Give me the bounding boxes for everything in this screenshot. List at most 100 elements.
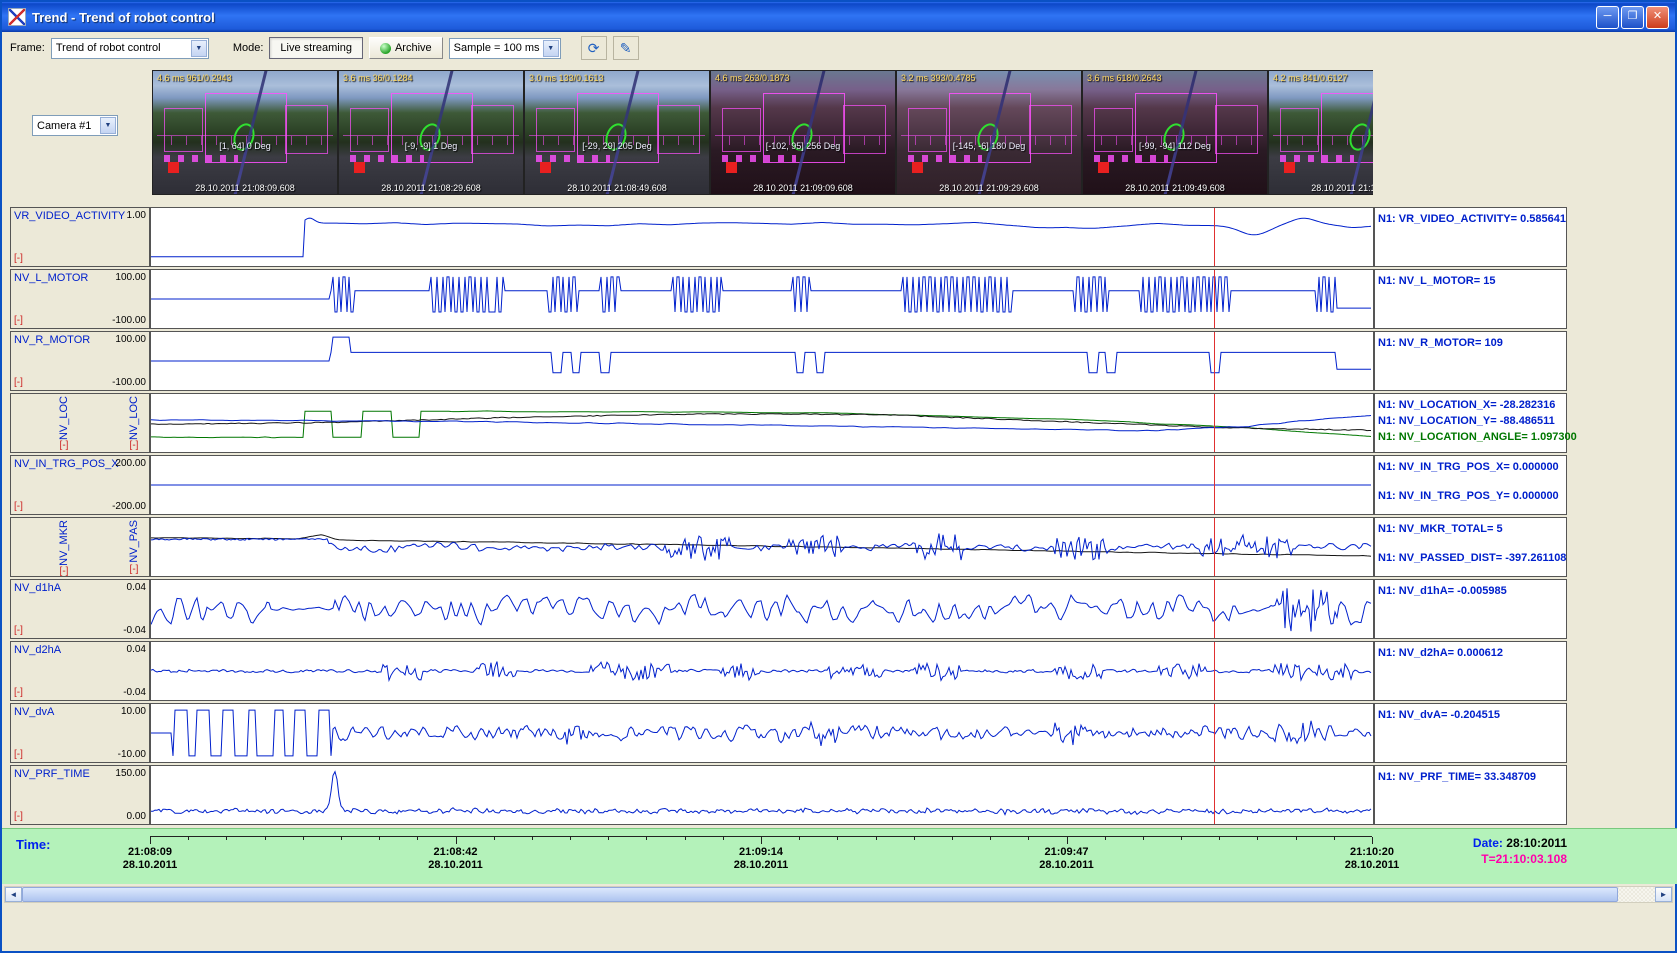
chevron-down-icon[interactable]: ▼ xyxy=(191,40,207,57)
collapse-toggle[interactable]: [-] xyxy=(14,811,23,822)
collapse-toggle[interactable]: [-] xyxy=(130,564,139,575)
channel-min: -200.00 xyxy=(112,501,146,512)
channel-label-box: NV_IN_TRG_POS_X 200.00 -200.00 [-] xyxy=(10,455,150,515)
sample-select-value: Sample = 100 ms xyxy=(454,42,540,54)
camera-thumbnail[interactable]: 3.6 ms 618/0.2643 [-99, -94] 112 Deg 28.… xyxy=(1082,70,1268,195)
edit-button[interactable]: ✎ xyxy=(613,36,639,60)
readout-value: N1: NV_PRF_TIME= 33.348709 xyxy=(1378,769,1566,785)
camera-thumbnail[interactable]: 4.2 ms 841/0.6127 28.10.2011 21:10:09.60… xyxy=(1268,70,1373,195)
trend-plot[interactable] xyxy=(150,517,1374,577)
time-cursor[interactable] xyxy=(1214,208,1215,266)
channel-label-box: NV_LOC [-] NV_LOC [-] xyxy=(10,393,150,453)
archive-icon xyxy=(380,43,391,54)
trend-row: NV_d2hA 0.04 -0.04 [-] N1: NV_d2hA= 0.00… xyxy=(10,641,1671,701)
camera-select[interactable]: Camera #1 ▼ xyxy=(32,115,118,136)
trend-plot[interactable] xyxy=(150,641,1374,701)
collapse-toggle[interactable]: [-] xyxy=(14,253,23,264)
camera-thumbnail[interactable]: 4.6 ms 961/0.2943 [1, 64] 0 Deg 28.10.20… xyxy=(152,70,338,195)
readout-box: N1: NV_R_MOTOR= 109 xyxy=(1374,331,1567,391)
tick-time: 21:10:20 xyxy=(1350,846,1394,858)
collapse-toggle[interactable]: [-] xyxy=(60,440,69,451)
camera-thumbnail[interactable]: 4.6 ms 263/0.1873 [-102, 95] 256 Deg 28.… xyxy=(710,70,896,195)
trend-plot[interactable] xyxy=(150,765,1374,825)
window-title: Trend - Trend of robot control xyxy=(32,10,1596,25)
axis-tick xyxy=(1028,837,1029,840)
tick-date: 28.10.2011 xyxy=(1039,859,1093,871)
time-cursor[interactable] xyxy=(1214,270,1215,328)
horizontal-scrollbar[interactable]: ◄ ► xyxy=(4,886,1673,903)
camera-thumbnail[interactable]: 3.2 ms 393/0.4785 [-145, -6] 180 Deg 28.… xyxy=(896,70,1082,195)
refresh-button[interactable]: ⟳ xyxy=(581,36,607,60)
live-streaming-button[interactable]: Live streaming xyxy=(269,37,363,59)
trend-plot[interactable] xyxy=(150,579,1374,639)
channel-max: 100.00 xyxy=(115,334,146,345)
title-bar[interactable]: Trend - Trend of robot control ─ ❐ ✕ xyxy=(2,2,1675,32)
thumb-timestamp: 28.10.2011 21:09:09.608 xyxy=(711,183,895,193)
restore-button[interactable]: ❐ xyxy=(1621,6,1644,29)
camera-thumbnail[interactable]: 3.6 ms 36/0.1284 [-9, -9] 1 Deg 28.10.20… xyxy=(338,70,524,195)
thumb-timestamp: 28.10.2011 21:09:29.608 xyxy=(897,183,1081,193)
time-cursor[interactable] xyxy=(1214,766,1215,824)
channel-min: -0.04 xyxy=(123,625,146,636)
time-cursor[interactable] xyxy=(1214,704,1215,762)
trend-plot[interactable] xyxy=(150,207,1374,267)
axis-tick xyxy=(799,837,800,840)
app-icon xyxy=(8,8,26,26)
trend-plot[interactable] xyxy=(150,455,1374,515)
trend-row: NV_LOC [-] NV_LOC [-] N1: NV_LOCATION_X=… xyxy=(10,393,1671,453)
readout-box: N1: NV_PRF_TIME= 33.348709 xyxy=(1374,765,1567,825)
frame-select[interactable]: Trend of robot control ▼ xyxy=(51,38,209,59)
scrollbar-thumb[interactable] xyxy=(22,887,1618,902)
scroll-right-arrow[interactable]: ► xyxy=(1655,887,1672,902)
camera-thumbnail-strip: 4.6 ms 961/0.2943 [1, 64] 0 Deg 28.10.20… xyxy=(152,70,1373,195)
pen-icon: ✎ xyxy=(620,40,632,57)
axis-tick xyxy=(646,837,647,840)
channel-name: NV_LOC xyxy=(58,396,70,440)
time-cursor[interactable] xyxy=(1214,456,1215,514)
tick-time: 21:09:47 xyxy=(1044,846,1088,858)
thumb-position: [-99, -94] 112 Deg xyxy=(1083,141,1267,151)
minimize-button[interactable]: ─ xyxy=(1596,6,1619,29)
trend-plot[interactable] xyxy=(150,331,1374,391)
readout-value: N1: VR_VIDEO_ACTIVITY= 0.585641 xyxy=(1378,211,1566,227)
marker-strip xyxy=(350,155,424,162)
readout-value: N1: NV_L_MOTOR= 15 xyxy=(1378,273,1566,289)
chevron-down-icon[interactable]: ▼ xyxy=(100,117,116,134)
axis-tick xyxy=(1105,837,1106,840)
scroll-left-arrow[interactable]: ◄ xyxy=(5,887,22,902)
sample-select[interactable]: Sample = 100 ms ▼ xyxy=(449,38,561,59)
collapse-toggle[interactable]: [-] xyxy=(14,377,23,388)
trend-plot[interactable] xyxy=(150,269,1374,329)
camera-thumbnail[interactable]: 3.0 ms 133/0.1613 [-29, 29] 205 Deg 28.1… xyxy=(524,70,710,195)
thumb-timestamp: 28.10.2011 21:08:49.608 xyxy=(525,183,709,193)
time-axis[interactable] xyxy=(150,836,1372,845)
trend-plot[interactable] xyxy=(150,393,1374,453)
collapse-toggle[interactable]: [-] xyxy=(60,566,69,577)
tick-date: 28.10.2011 xyxy=(1345,859,1399,871)
trend-plot[interactable] xyxy=(150,703,1374,763)
collapse-toggle[interactable]: [-] xyxy=(14,315,23,326)
collapse-toggle[interactable]: [-] xyxy=(14,625,23,636)
collapse-toggle[interactable]: [-] xyxy=(14,749,23,760)
time-cursor[interactable] xyxy=(1214,580,1215,638)
readout-value: N1: NV_dvA= -0.204515 xyxy=(1378,707,1566,723)
archive-button[interactable]: Archive xyxy=(369,37,443,59)
channel-label-box: NV_d2hA 0.04 -0.04 [-] xyxy=(10,641,150,701)
channel-name: NV_PRF_TIME xyxy=(14,768,90,780)
channel-name: NV_IN_TRG_POS_X xyxy=(14,458,119,470)
close-button[interactable]: ✕ xyxy=(1646,6,1669,29)
time-cursor[interactable] xyxy=(1214,642,1215,700)
trend-row: VR_VIDEO_ACTIVITY 1.00 [-] N1: VR_VIDEO_… xyxy=(10,207,1671,267)
thumb-timestamp: 28.10.2011 21:08:29.608 xyxy=(339,183,523,193)
thumb-info: 3.6 ms 36/0.1284 xyxy=(343,73,521,83)
time-cursor[interactable] xyxy=(1214,394,1215,452)
readout-value: N1: NV_IN_TRG_POS_X= 0.000000 xyxy=(1378,459,1566,475)
time-cursor[interactable] xyxy=(1214,518,1215,576)
time-cursor[interactable] xyxy=(1214,332,1215,390)
collapse-toggle[interactable]: [-] xyxy=(14,687,23,698)
readout-box: N1: NV_d1hA= -0.005985 xyxy=(1374,579,1567,639)
collapse-toggle[interactable]: [-] xyxy=(130,440,139,451)
chevron-down-icon[interactable]: ▼ xyxy=(543,40,559,57)
collapse-toggle[interactable]: [-] xyxy=(14,501,23,512)
marker-strip xyxy=(164,155,238,162)
